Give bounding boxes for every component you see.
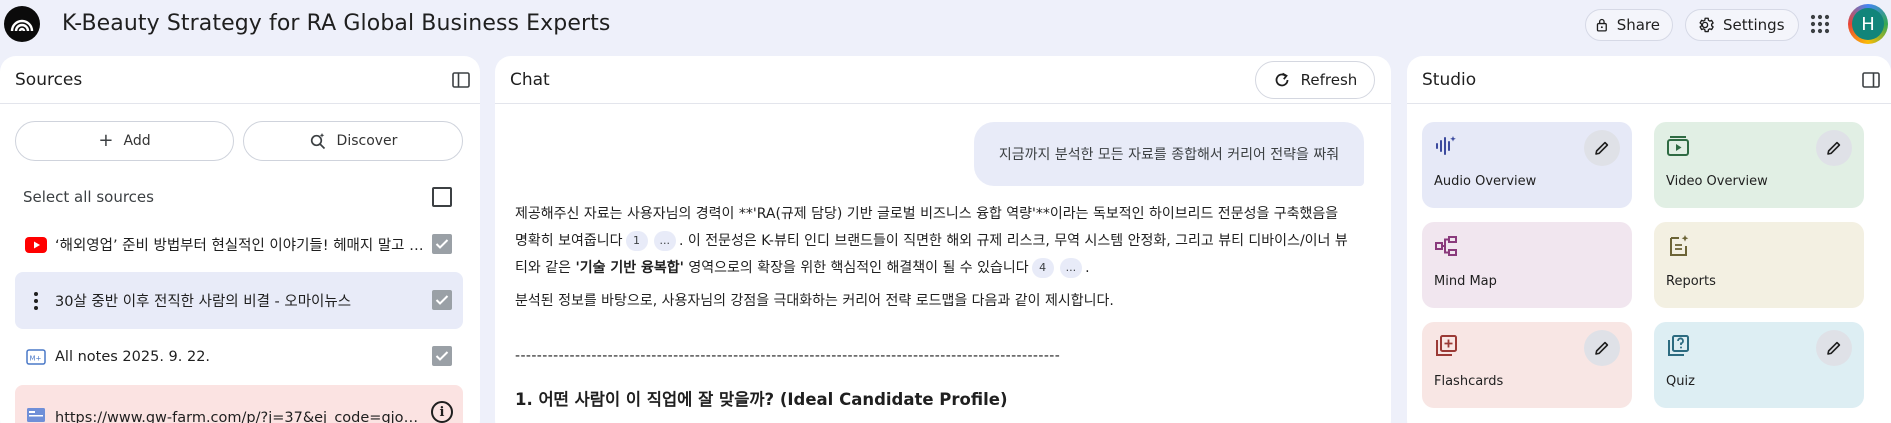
audio-overview-card[interactable]: Audio Overview bbox=[1422, 122, 1632, 208]
collapse-panel-icon[interactable] bbox=[451, 70, 471, 90]
citation-chip[interactable]: 1 bbox=[625, 231, 648, 251]
citation-chip[interactable]: ... bbox=[653, 231, 676, 251]
source-item[interactable]: M+ All notes 2025. 9. 22. bbox=[15, 328, 463, 385]
flashcards-icon bbox=[1436, 335, 1457, 356]
source-title: 30살 중반 이후 전직한 사람의 비결 - 오마이뉴스 bbox=[55, 294, 352, 310]
card-label: Audio Overview bbox=[1434, 174, 1537, 189]
video-overview-card[interactable]: Video Overview bbox=[1654, 122, 1864, 208]
section-heading: 1. 어떤 사람이 이 직업에 잘 맞을까? (Ideal Candidate … bbox=[515, 390, 1008, 409]
edit-pencil-icon[interactable] bbox=[1816, 130, 1852, 166]
video-icon bbox=[1667, 136, 1689, 156]
card-label: Reports bbox=[1666, 274, 1716, 289]
plus-icon: + bbox=[98, 130, 114, 151]
user-message-text: 지금까지 분석한 모든 자료를 종합해서 커리어 전략을 짜줘 bbox=[998, 147, 1340, 163]
card-label: Mind Map bbox=[1434, 274, 1497, 289]
source-title: ‘해외영업’ 준비 방법부터 현실적인 이야기들! 헤매지 말고 이걸 꼭 보세… bbox=[55, 238, 425, 254]
quiz-icon bbox=[1668, 335, 1689, 356]
web-page-icon bbox=[25, 404, 47, 423]
settings-label: Settings bbox=[1723, 16, 1785, 34]
chat-title: Chat bbox=[510, 69, 550, 90]
chat-header: Chat Refresh bbox=[495, 56, 1391, 104]
audio-waveform-icon bbox=[1436, 136, 1456, 155]
studio-title: Studio bbox=[1422, 69, 1477, 90]
apps-grid-icon[interactable] bbox=[1808, 12, 1832, 36]
source-title: https://www.gw-farm.com/p/?j=37&ej_code=… bbox=[55, 410, 425, 423]
source-checkbox[interactable] bbox=[432, 234, 452, 254]
card-label: Flashcards bbox=[1434, 374, 1504, 389]
source-checkbox[interactable] bbox=[432, 346, 452, 366]
svg-text:M+: M+ bbox=[30, 354, 42, 362]
add-label: Add bbox=[123, 133, 151, 149]
app-header: K-Beauty Strategy for RA Global Business… bbox=[0, 0, 1891, 50]
response-paragraph: 제공해주신 자료는 사용자님의 경력이 **'RA(규제 담당) 기반 글로벌 … bbox=[515, 201, 1375, 282]
notes-icon: M+ bbox=[25, 346, 47, 368]
mind-map-icon bbox=[1435, 236, 1457, 256]
text-divider: ----------------------------------------… bbox=[515, 348, 1061, 364]
discover-sources-button[interactable]: Discover bbox=[243, 121, 463, 161]
response-paragraph: 분석된 정보를 바탕으로, 사용자님의 강점을 극대화하는 커리어 전략 로드맵… bbox=[515, 293, 1114, 309]
response-line: 명확히 보여줍니다 1.... 이 전문성은 K-뷰티 인디 브랜드들이 직면한 … bbox=[515, 231, 1348, 251]
refresh-label: Refresh bbox=[1300, 71, 1358, 89]
quiz-card[interactable]: Quiz bbox=[1654, 322, 1864, 408]
sources-header: Sources bbox=[0, 56, 480, 104]
card-label: Quiz bbox=[1666, 374, 1695, 389]
settings-button[interactable]: Settings bbox=[1685, 9, 1799, 41]
youtube-icon bbox=[25, 234, 47, 256]
user-message: 지금까지 분석한 모든 자료를 종합해서 커리어 전략을 짜줘 bbox=[974, 122, 1364, 186]
citation-chip[interactable]: 4 bbox=[1031, 258, 1054, 278]
gear-icon bbox=[1699, 17, 1714, 33]
source-title: All notes 2025. 9. 22. bbox=[55, 348, 211, 365]
mind-map-card[interactable]: Mind Map bbox=[1422, 222, 1632, 308]
share-button[interactable]: Share bbox=[1585, 9, 1673, 41]
source-checkbox[interactable] bbox=[432, 290, 452, 310]
chat-panel: Chat Refresh 지금까지 분석한 모든 자료를 종합해서 커리어 전략… bbox=[495, 56, 1391, 423]
select-all-checkbox[interactable] bbox=[432, 187, 452, 207]
notebook-title[interactable]: K-Beauty Strategy for RA Global Business… bbox=[62, 11, 610, 36]
refresh-icon bbox=[1275, 72, 1289, 87]
collapse-panel-icon[interactable] bbox=[1861, 70, 1881, 90]
info-icon[interactable]: i bbox=[431, 401, 453, 423]
edit-pencil-icon[interactable] bbox=[1584, 130, 1620, 166]
flashcards-card[interactable]: Flashcards bbox=[1422, 322, 1632, 408]
lock-icon bbox=[1596, 18, 1607, 32]
studio-header: Studio bbox=[1407, 56, 1891, 104]
discover-label: Discover bbox=[336, 133, 398, 149]
edit-pencil-icon[interactable] bbox=[1816, 330, 1852, 366]
share-label: Share bbox=[1616, 16, 1660, 34]
add-source-button[interactable]: + Add bbox=[15, 121, 234, 161]
account-avatar[interactable]: H bbox=[1848, 4, 1888, 44]
discover-search-icon bbox=[310, 133, 325, 150]
reports-card[interactable]: Reports bbox=[1654, 222, 1864, 308]
citation-chip[interactable]: ... bbox=[1059, 258, 1083, 278]
source-item[interactable]: https://www.gw-farm.com/p/?j=37&ej_code=… bbox=[15, 385, 463, 423]
source-item[interactable]: 30살 중반 이후 전직한 사람의 비결 - 오마이뉴스 bbox=[15, 272, 463, 329]
response-line: 제공해주신 자료는 사용자님의 경력이 **'RA(규제 담당) 기반 글로벌 … bbox=[515, 206, 1339, 222]
more-vert-icon[interactable] bbox=[25, 290, 47, 312]
select-all-label: Select all sources bbox=[23, 188, 154, 206]
reports-icon bbox=[1670, 235, 1689, 256]
notebooklm-logo-icon[interactable] bbox=[4, 6, 40, 42]
card-label: Video Overview bbox=[1666, 174, 1768, 189]
bold-phrase: '기술 기반 융복합' bbox=[575, 260, 684, 276]
refresh-button[interactable]: Refresh bbox=[1255, 61, 1375, 99]
avatar-initial: H bbox=[1852, 8, 1884, 40]
response-line: 티와 같은 '기술 기반 융복합' 영역으로의 확장을 위한 핵심적인 해결책이… bbox=[515, 258, 1090, 278]
sources-title: Sources bbox=[15, 69, 83, 90]
studio-panel: Studio Audio Overview Video Overview Min… bbox=[1407, 56, 1891, 423]
source-item[interactable]: ‘해외영업’ 준비 방법부터 현실적인 이야기들! 헤매지 말고 이걸 꼭 보세… bbox=[15, 216, 463, 273]
edit-pencil-icon[interactable] bbox=[1584, 330, 1620, 366]
